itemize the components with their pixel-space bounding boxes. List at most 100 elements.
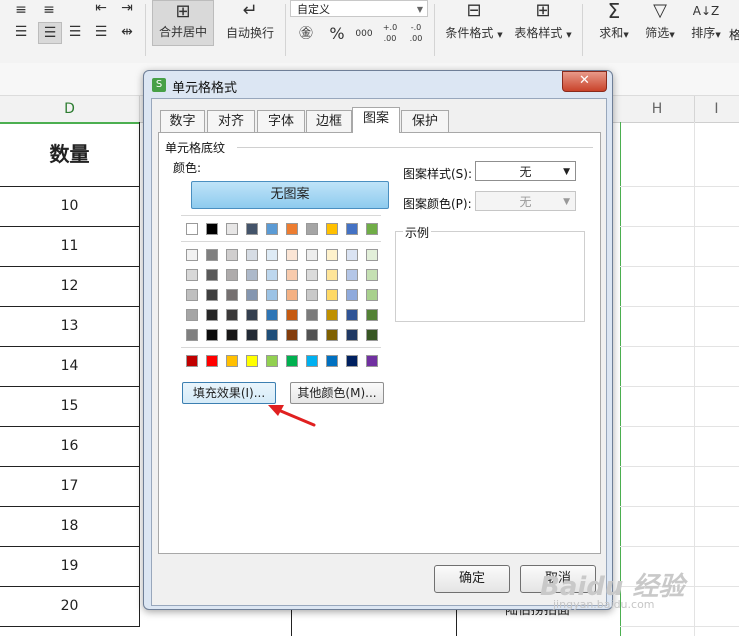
color-swatch[interactable] [346,269,358,281]
tab-protection[interactable]: 保护 [401,110,449,132]
filter-button[interactable]: ▽ 筛选▼ [640,0,680,46]
color-swatch[interactable] [206,223,218,235]
color-swatch[interactable] [186,289,198,301]
color-swatch[interactable] [346,329,358,341]
tab-pattern[interactable]: 图案 [352,107,400,133]
standard-color-swatch[interactable] [286,355,298,367]
color-swatch[interactable] [286,223,298,235]
table-cell[interactable]: 12 [0,267,140,307]
color-swatch[interactable] [186,309,198,321]
table-cell[interactable]: 18 [0,507,140,547]
color-swatch[interactable] [206,329,218,341]
standard-color-swatch[interactable] [366,355,378,367]
standard-color-swatch[interactable] [346,355,358,367]
color-swatch[interactable] [326,249,338,261]
no-pattern-button[interactable]: 无图案 [191,181,389,209]
color-swatch[interactable] [226,223,238,235]
color-swatch[interactable] [226,249,238,261]
distributed-align-icon[interactable]: ⇹ [116,22,138,42]
color-swatch[interactable] [226,269,238,281]
color-swatch[interactable] [246,249,258,261]
color-swatch[interactable] [246,329,258,341]
color-swatch[interactable] [186,249,198,261]
color-swatch[interactable] [206,289,218,301]
color-swatch[interactable] [346,309,358,321]
color-swatch[interactable] [226,329,238,341]
indent-decrease-icon[interactable]: ⇤ [90,0,112,18]
sort-button[interactable]: A↓Z 排序▼ [686,0,726,46]
thousands-separator-icon[interactable]: 000 [352,24,376,44]
standard-color-swatch[interactable] [186,355,198,367]
color-swatch[interactable] [286,309,298,321]
align-center-icon[interactable]: ☰ [38,22,62,44]
standard-color-swatch[interactable] [266,355,278,367]
color-swatch[interactable] [326,223,338,235]
auto-wrap-button[interactable]: ↵ 自动换行 [222,0,278,44]
sum-button[interactable]: Σ 求和▼ [594,0,634,46]
color-swatch[interactable] [366,309,378,321]
percent-icon[interactable]: % [326,24,348,44]
color-swatch[interactable] [266,289,278,301]
standard-color-swatch[interactable] [326,355,338,367]
dialog-titlebar[interactable]: S 单元格格式 ✕ [144,71,612,97]
color-swatch[interactable] [266,249,278,261]
color-swatch[interactable] [366,269,378,281]
color-swatch[interactable] [366,223,378,235]
color-swatch[interactable] [286,329,298,341]
color-swatch[interactable] [266,223,278,235]
close-button[interactable]: ✕ [562,71,607,92]
pattern-color-select[interactable]: 无 ▼ [475,191,576,211]
color-swatch[interactable] [346,249,358,261]
table-cell[interactable]: 13 [0,307,140,347]
currency-icon[interactable]: ㊎ [292,24,320,44]
color-swatch[interactable] [226,289,238,301]
format-button-partial[interactable]: 格 [729,26,739,43]
pattern-style-select[interactable]: 无 ▼ [475,161,576,181]
color-swatch[interactable] [286,269,298,281]
justify-icon[interactable]: ☰ [90,22,112,42]
decrease-decimal-icon[interactable]: -.0 .00 [404,22,428,44]
color-swatch[interactable] [346,223,358,235]
color-swatch[interactable] [366,249,378,261]
color-swatch[interactable] [326,329,338,341]
column-header-h[interactable]: H [620,96,695,122]
color-swatch[interactable] [246,223,258,235]
color-swatch[interactable] [306,289,318,301]
color-swatch[interactable] [226,309,238,321]
color-swatch[interactable] [286,249,298,261]
fill-effects-button[interactable]: 填充效果(I)... [182,382,276,404]
increase-decimal-icon[interactable]: +.0 .00 [378,22,402,44]
color-swatch[interactable] [206,309,218,321]
ok-button[interactable]: 确定 [434,565,510,593]
standard-color-swatch[interactable] [246,355,258,367]
standard-color-swatch[interactable] [306,355,318,367]
color-swatch[interactable] [306,309,318,321]
align-left-icon[interactable]: ☰ [10,22,32,42]
standard-color-swatch[interactable] [206,355,218,367]
tab-border[interactable]: 边框 [306,110,352,132]
color-swatch[interactable] [326,269,338,281]
table-cell[interactable]: 19 [0,547,140,587]
align-right-icon[interactable]: ☰ [64,22,86,42]
color-swatch[interactable] [246,289,258,301]
color-swatch[interactable] [326,309,338,321]
color-swatch[interactable] [266,309,278,321]
number-format-select[interactable]: 自定义 ▼ [290,0,428,17]
color-swatch[interactable] [326,289,338,301]
table-cell[interactable]: 15 [0,387,140,427]
align-top-icon[interactable]: ≡ [10,0,32,20]
table-cell[interactable]: 11 [0,227,140,267]
color-swatch[interactable] [306,269,318,281]
table-cell[interactable]: 17 [0,467,140,507]
color-swatch[interactable] [306,249,318,261]
color-swatch[interactable] [306,223,318,235]
color-swatch[interactable] [306,329,318,341]
standard-color-swatch[interactable] [226,355,238,367]
table-cell[interactable]: 14 [0,347,140,387]
column-header-d[interactable]: D [0,96,140,124]
table-cell[interactable]: 10 [0,187,140,227]
color-swatch[interactable] [186,329,198,341]
color-swatch[interactable] [206,269,218,281]
merge-center-button[interactable]: ⊞ 合并居中 [152,0,214,46]
color-swatch[interactable] [186,269,198,281]
